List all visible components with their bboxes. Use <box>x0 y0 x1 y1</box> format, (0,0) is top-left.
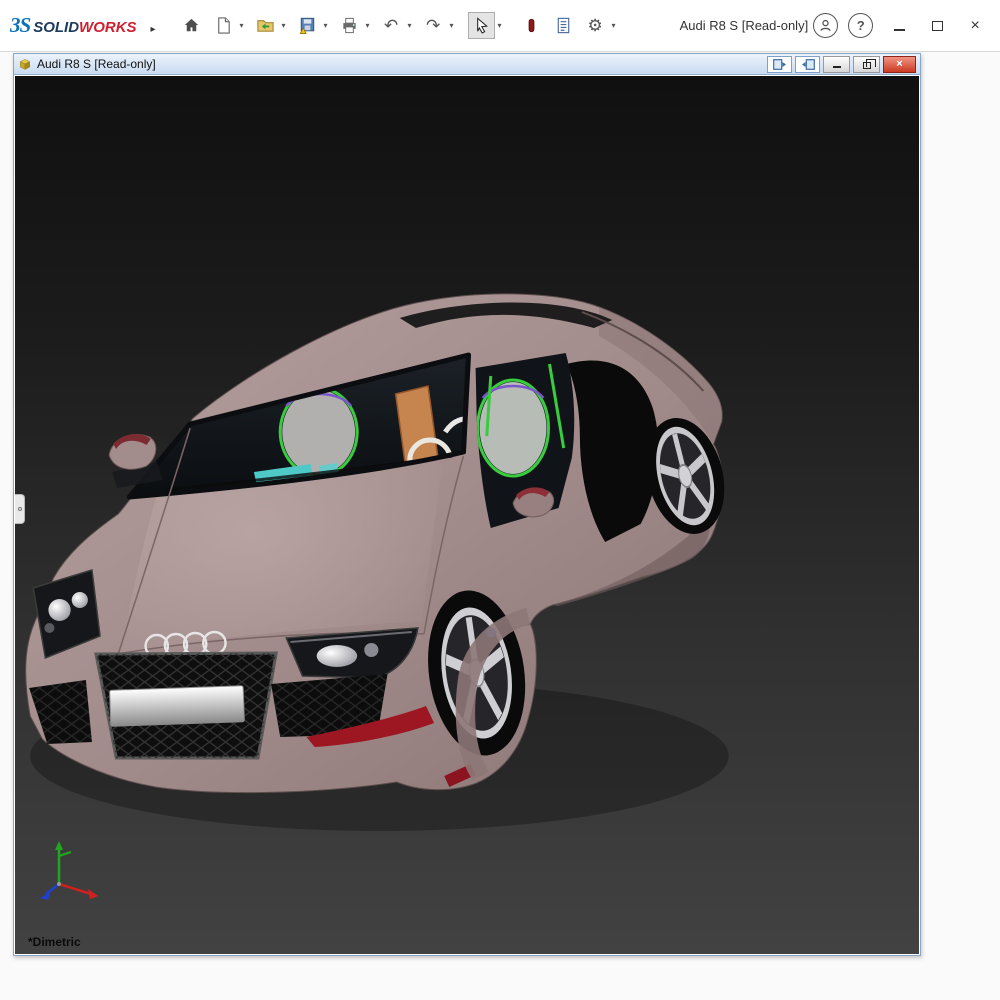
car-model[interactable] <box>26 294 736 831</box>
options-button[interactable]: ⚙ <box>582 12 609 39</box>
part-document-icon <box>18 57 32 71</box>
appearance-button[interactable] <box>518 12 545 39</box>
account-button[interactable] <box>813 13 838 38</box>
home-icon <box>182 16 201 35</box>
redo-button[interactable]: ↷ <box>420 12 447 39</box>
print-caret-icon[interactable]: ▾ <box>363 21 373 30</box>
doc-close-button[interactable]: × <box>883 56 916 73</box>
app-titlebar: 3S SOLIDWORKS ▸ ▾ ▾ <box>0 0 1000 52</box>
3ds-logo-icon: 3S <box>10 13 30 38</box>
triad-z-axis[interactable] <box>46 884 59 894</box>
maximize-icon <box>932 21 943 31</box>
featuremanager-collapse-tab[interactable] <box>15 494 25 524</box>
brand-solid: SOLID <box>33 19 79 36</box>
license-plate <box>110 686 245 727</box>
document-title: Audi R8 S [Read-only] <box>37 57 156 71</box>
home-button[interactable] <box>178 12 205 39</box>
close-icon: × <box>896 58 902 70</box>
left-mirror <box>109 434 156 469</box>
help-icon: ? <box>857 18 865 33</box>
account-icon <box>817 17 834 34</box>
appearance-icon <box>522 16 541 35</box>
pane-right-button[interactable] <box>795 56 820 73</box>
close-icon: × <box>971 17 980 35</box>
app-window-controls: ? × <box>808 11 992 41</box>
doc-restore-button[interactable] <box>853 56 880 73</box>
pane-right-icon <box>801 59 815 70</box>
graphics-area[interactable]: *Dimetric <box>15 76 919 954</box>
select-cursor-icon <box>472 16 491 35</box>
brand-works: WORKS <box>79 19 137 36</box>
new-document-icon <box>214 16 233 35</box>
pane-left-button[interactable] <box>767 56 792 73</box>
solidworks-app: 3S SOLIDWORKS ▸ ▾ ▾ <box>0 0 1000 1000</box>
select-tool-button[interactable] <box>468 12 495 39</box>
options-caret-icon[interactable]: ▾ <box>609 21 619 30</box>
redo-caret-icon[interactable]: ▾ <box>447 21 457 30</box>
file-properties-button[interactable] <box>550 12 577 39</box>
print-icon <box>340 16 359 35</box>
front-grille <box>96 653 276 758</box>
new-document-button[interactable] <box>210 12 237 39</box>
car-render[interactable] <box>15 76 919 954</box>
app-title: Audi R8 S [Read-only] <box>680 18 809 33</box>
new-document-caret-icon[interactable]: ▾ <box>237 21 247 30</box>
undo-icon: ↶ <box>384 17 398 34</box>
orientation-triad[interactable] <box>31 832 111 912</box>
open-button[interactable] <box>252 12 279 39</box>
undo-caret-icon[interactable]: ▾ <box>405 21 415 30</box>
document-window-controls: × <box>767 56 916 73</box>
document-titlebar[interactable]: Audi R8 S [Read-only] × <box>14 54 920 75</box>
document-window: Audi R8 S [Read-only] × <box>13 53 921 956</box>
select-tool-caret-icon[interactable]: ▾ <box>495 21 505 30</box>
collapse-arrow-icon <box>18 507 22 511</box>
help-button[interactable]: ? <box>848 13 873 38</box>
print-button[interactable] <box>336 12 363 39</box>
pane-left-icon <box>773 59 787 70</box>
solidworks-logo: 3S SOLIDWORKS ▸ <box>10 13 156 38</box>
minimize-icon <box>833 66 841 68</box>
redo-icon: ↷ <box>426 17 440 34</box>
open-caret-icon[interactable]: ▾ <box>279 21 289 30</box>
file-properties-icon <box>554 16 573 35</box>
doc-minimize-button[interactable] <box>823 56 850 73</box>
app-maximize-button[interactable] <box>920 11 954 41</box>
app-minimize-button[interactable] <box>882 11 916 41</box>
save-caret-icon[interactable]: ▾ <box>321 21 331 30</box>
save-icon <box>298 16 317 35</box>
view-orientation-label: *Dimetric <box>28 935 81 949</box>
logo-expander-icon[interactable]: ▸ <box>151 24 156 35</box>
undo-button[interactable]: ↶ <box>378 12 405 39</box>
open-icon <box>256 16 275 35</box>
options-gear-icon: ⚙ <box>587 17 602 34</box>
quick-access-toolbar: ▾ ▾ ▾ ▾ ↶ <box>178 12 624 39</box>
restore-icon <box>863 62 871 69</box>
minimize-icon <box>894 29 905 31</box>
triad-x-axis[interactable] <box>59 884 91 894</box>
save-button[interactable] <box>294 12 321 39</box>
app-close-button[interactable]: × <box>958 11 992 41</box>
